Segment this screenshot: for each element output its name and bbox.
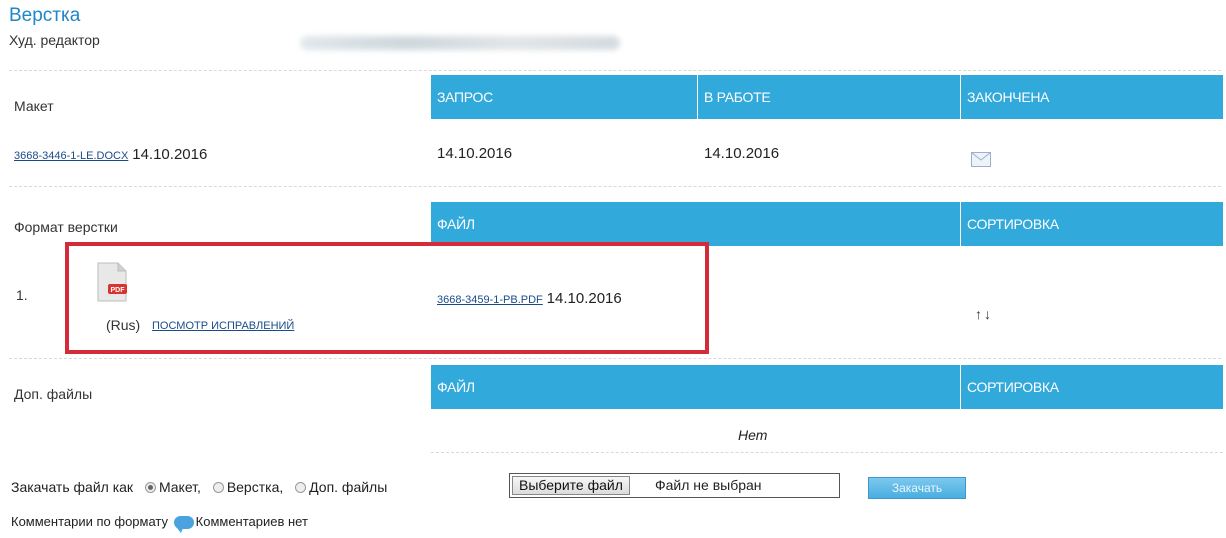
upload-row: Закачать файл как Макет, Верстка, Доп. ф… [11, 479, 387, 495]
editor-label: Худ. редактор [9, 32, 100, 48]
radio-layout[interactable]: Верстка, [212, 479, 284, 495]
highlight-box [65, 242, 709, 354]
radio-layout-control[interactable] [212, 481, 224, 493]
envelope-icon[interactable] [971, 152, 991, 170]
row-number: 1. [16, 287, 28, 303]
editor-name-blurred [300, 36, 620, 50]
comment-bubble-icon[interactable] [173, 516, 194, 534]
radio-maket-label: Макет, [158, 479, 201, 495]
radio-layout-label: Верстка, [226, 479, 284, 495]
maket-file-cell: 3668-3446-1-LE.DOCX 14.10.2016 [14, 146, 207, 163]
request-date: 14.10.2016 [437, 145, 513, 162]
header-in-work: В РАБОТЕ [698, 75, 960, 119]
extra-header-sort: СОРТИРОВКА [961, 365, 1223, 409]
section-title: Верстка [9, 5, 81, 26]
divider [431, 452, 1223, 453]
empty-files-text: Нет [738, 427, 768, 443]
file-input[interactable]: Выберите файл Файл не выбран [509, 473, 840, 498]
divider [9, 358, 1221, 359]
divider [9, 186, 1221, 187]
layout-format-label: Формат верстки [14, 219, 118, 235]
extra-header-file: ФАЙЛ [431, 365, 960, 409]
radio-maket[interactable]: Макет, [144, 479, 201, 495]
upload-button[interactable]: Закачать [868, 477, 966, 499]
maket-label: Макет [14, 98, 54, 114]
choose-file-button[interactable]: Выберите файл [512, 476, 630, 495]
sort-arrows-icon[interactable]: ↑↓ [975, 306, 993, 322]
upload-label: Закачать файл как [11, 479, 134, 495]
header-sort: СОРТИРОВКА [961, 202, 1223, 246]
maket-file-link[interactable]: 3668-3446-1-LE.DOCX [14, 150, 128, 162]
header-file: ФАЙЛ [431, 202, 960, 246]
comments-row: Комментарии по формату Комментариев нет [11, 514, 308, 534]
comments-status: Комментариев нет [195, 514, 308, 529]
extra-files-label: Доп. файлы [14, 386, 93, 402]
no-file-text: Файл не выбран [655, 477, 762, 493]
radio-extra[interactable]: Доп. файлы [295, 479, 387, 495]
radio-extra-control[interactable] [295, 481, 307, 493]
maket-file-date: 14.10.2016 [132, 146, 208, 163]
radio-extra-label: Доп. файлы [309, 479, 388, 495]
header-request: ЗАПРОС [431, 75, 697, 119]
header-finished: ЗАКОНЧЕНА [961, 75, 1223, 119]
divider [9, 70, 1221, 71]
comments-label: Комментарии по формату [11, 514, 169, 529]
work-date: 14.10.2016 [704, 145, 780, 162]
radio-maket-control[interactable] [144, 481, 156, 493]
